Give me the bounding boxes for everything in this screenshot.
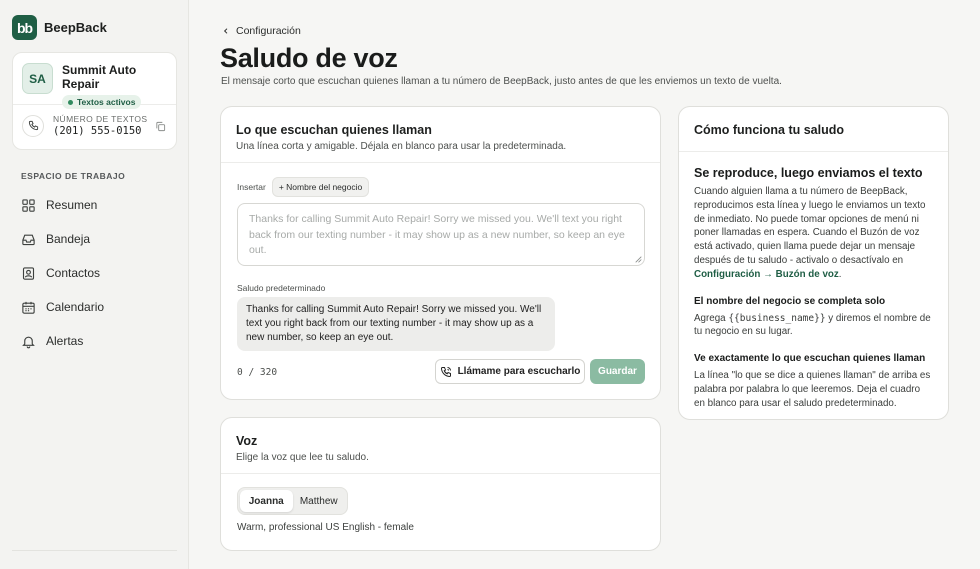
sidebar-nav: Resumen Bandeja Contactos Calendario Ale… <box>21 188 181 358</box>
greeting-textarea[interactable]: Thanks for calling Summit Auto Repair! S… <box>237 203 645 266</box>
sidebar-item-label: Resumen <box>46 198 98 212</box>
sidebar-item-bandeja[interactable]: Bandeja <box>21 222 181 256</box>
calendar-icon <box>22 301 35 314</box>
sidebar: bb BeepBack SA Summit Auto Repair Textos… <box>0 0 189 569</box>
how-card-title: Cómo funciona tu saludo <box>694 123 844 137</box>
sidebar-divider <box>12 550 177 551</box>
insert-business-name-button[interactable]: + Nombre del negocio <box>271 177 370 197</box>
sidebar-item-alertas[interactable]: Alertas <box>21 324 181 358</box>
voice-selector: Joanna Matthew <box>237 487 348 515</box>
sidebar-item-label: Calendario <box>46 300 105 314</box>
phone-label: NÚMERO DE TEXTOS <box>53 114 148 124</box>
insert-row: Insertar + Nombre del negocio <box>237 177 370 197</box>
brand-name: BeepBack <box>44 20 107 35</box>
default-greeting-text: Thanks for calling Summit Auto Repair! S… <box>237 297 555 351</box>
phone-icon <box>22 114 44 137</box>
how-heading-business-name: El nombre del negocio se completa solo <box>694 295 886 307</box>
back-link[interactable]: Configuración <box>222 25 301 37</box>
bell-icon <box>22 336 35 348</box>
how-paragraph-see-exactly: La línea "lo que se dice a quienes llama… <box>694 370 931 409</box>
default-greeting-label: Saludo predeterminado <box>237 283 326 293</box>
voice-option-matthew[interactable]: Matthew <box>293 490 346 512</box>
status-dot-icon <box>68 99 73 105</box>
voicemail-settings-link[interactable]: Configuración → Buzón de voz <box>694 269 839 280</box>
sidebar-item-label: Alertas <box>46 334 84 348</box>
workspace-section-label: ESPACIO DE TRABAJO <box>21 171 126 181</box>
call-me-to-listen-button[interactable]: Llámame para escucharlo <box>435 359 585 384</box>
phone-number: (201) 555-0150 <box>53 125 142 137</box>
character-counter: 0 / 320 <box>237 367 278 378</box>
brand[interactable]: bb BeepBack <box>12 15 107 40</box>
save-button[interactable]: Guardar <box>590 359 645 384</box>
resize-handle-icon[interactable] <box>635 256 642 263</box>
sidebar-item-label: Bandeja <box>46 232 91 246</box>
sidebar-item-contactos[interactable]: Contactos <box>21 256 181 290</box>
how-heading-plays: Se reproduce, luego enviamos el texto <box>694 166 923 180</box>
how-paragraph-business-name: Agrega {{business_name}} y diremos el no… <box>694 312 933 340</box>
greeting-card-desc: Una línea corta y amigable. Déjala en bl… <box>236 141 567 152</box>
grid-icon <box>22 198 35 212</box>
sidebar-item-resumen[interactable]: Resumen <box>21 188 181 222</box>
voice-card: Voz Elige la voz que lee tu saludo. Joan… <box>220 417 661 551</box>
business-card: SA Summit Auto Repair Textos activos NÚM… <box>12 52 177 150</box>
page-subtitle: El mensaje corto que escuchan quienes ll… <box>221 76 782 87</box>
call-me-to-listen-label: Llámame para escucharlo <box>457 366 581 377</box>
how-paragraph-plays-text: Cuando alguien llama a tu número de Beep… <box>694 186 926 266</box>
phone-ring-icon <box>440 366 451 377</box>
avatar: SA <box>22 63 53 94</box>
voice-description: Warm, professional US English - female <box>237 522 414 533</box>
brand-logo: bb <box>12 15 37 40</box>
how-paragraph-plays: Cuando alguien llama a tu número de Beep… <box>694 185 933 282</box>
inbox-icon <box>22 234 35 245</box>
copy-icon[interactable] <box>155 121 166 135</box>
how-paragraph-plays-end: . <box>838 268 842 280</box>
sidebar-item-calendario[interactable]: Calendario <box>21 290 181 324</box>
voice-option-joanna[interactable]: Joanna <box>240 490 293 512</box>
business-name: Summit Auto Repair <box>62 63 137 91</box>
chevron-left-icon <box>223 28 228 34</box>
greeting-card-title: Lo que escuchan quienes llaman <box>236 123 432 137</box>
sidebar-item-label: Contactos <box>46 266 101 280</box>
texting-number: NÚMERO DE TEXTOS (201) 555-0150 <box>13 105 176 146</box>
page-title: Saludo de voz <box>220 43 398 73</box>
voice-card-title: Voz <box>236 434 258 448</box>
greeting-textarea-placeholder: Thanks for calling Summit Auto Repair! S… <box>249 213 625 256</box>
business-name-token: {{business_name}} <box>728 312 826 324</box>
business-switcher[interactable]: SA Summit Auto Repair Textos activos <box>13 53 176 109</box>
how-paragraph-business-name-pre: Agrega <box>694 312 726 324</box>
greeting-card: Lo que escuchan quienes llaman Una línea… <box>220 106 661 400</box>
how-it-works-card: Cómo funciona tu saludo Se reproduce, lu… <box>678 106 949 420</box>
contact-card-icon <box>22 266 35 280</box>
back-link-label: Configuración <box>236 25 301 37</box>
voice-card-desc: Elige la voz que lee tu saludo. <box>236 452 369 463</box>
how-heading-see-exactly: Ve exactamente lo que escuchan quienes l… <box>694 353 926 365</box>
insert-label: Insertar <box>237 182 266 192</box>
